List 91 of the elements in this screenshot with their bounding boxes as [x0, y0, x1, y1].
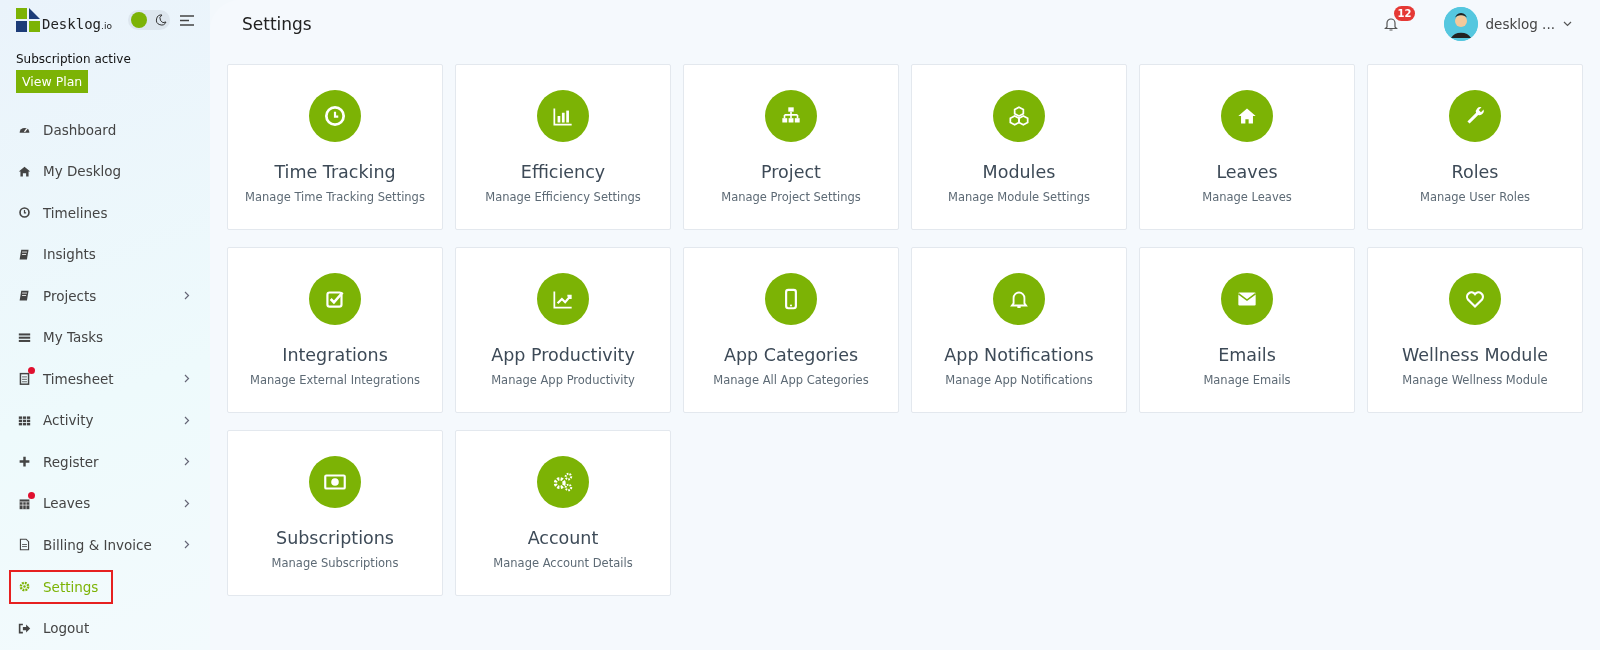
- sidebar-item[interactable]: Billing & Invoice: [0, 524, 210, 566]
- brand-name: Desklog.io: [42, 16, 112, 32]
- settings-card[interactable]: Emails Manage Emails: [1139, 247, 1355, 413]
- settings-card[interactable]: Modules Manage Module Settings: [911, 64, 1127, 230]
- card-subtitle: Manage External Integrations: [249, 373, 421, 387]
- card-title: Emails: [1218, 345, 1276, 365]
- bars-icon: [537, 90, 589, 142]
- settings-card[interactable]: App Categories Manage All App Categories: [683, 247, 899, 413]
- calendar-icon: [18, 496, 31, 510]
- book-icon: [18, 247, 31, 261]
- card-title: Time Tracking: [274, 162, 396, 182]
- card-title: Account: [527, 528, 599, 548]
- settings-card[interactable]: Time Tracking Manage Time Tracking Settings: [227, 64, 443, 230]
- card-subtitle: Manage Subscriptions: [271, 556, 399, 570]
- card-subtitle: Manage Account Details: [493, 556, 633, 570]
- subscription-status: Subscription active: [16, 52, 132, 66]
- sheet-icon: [18, 372, 31, 386]
- file-icon: [18, 538, 31, 552]
- trend-icon: [537, 273, 589, 325]
- grid-icon: [18, 413, 31, 427]
- phone-icon: [765, 273, 817, 325]
- card-subtitle: Manage Project Settings: [721, 190, 861, 204]
- user-name[interactable]: desklog ...: [1485, 16, 1555, 32]
- book-icon: [18, 289, 31, 303]
- settings-card[interactable]: Project Manage Project Settings: [683, 64, 899, 230]
- card-subtitle: Manage Time Tracking Settings: [245, 190, 425, 204]
- logo-icon: [16, 8, 40, 32]
- money-icon: [309, 456, 361, 508]
- card-subtitle: Manage All App Categories: [713, 373, 869, 387]
- notification-count: 12: [1393, 6, 1416, 21]
- gear-icon: [18, 580, 31, 593]
- bell-icon: [993, 273, 1045, 325]
- sidebar-item[interactable]: My Desklog: [0, 150, 210, 192]
- sidebar-item[interactable]: My Tasks: [0, 316, 210, 358]
- clock-icon: [309, 90, 361, 142]
- tasks-icon: [18, 330, 31, 344]
- notification-icon[interactable]: [1383, 16, 1398, 31]
- clock-icon: [18, 206, 31, 220]
- settings-card[interactable]: Subscriptions Manage Subscriptions: [227, 430, 443, 596]
- card-title: Roles: [1451, 162, 1499, 182]
- sidebar-item[interactable]: Dashboard: [0, 109, 210, 151]
- mail-icon: [1221, 273, 1273, 325]
- sidebar-item[interactable]: Logout: [0, 607, 210, 649]
- card-title: Leaves: [1216, 162, 1278, 182]
- home-icon: [18, 164, 31, 178]
- card-subtitle: Manage Wellness Module: [1402, 373, 1548, 387]
- settings-card[interactable]: Account Manage Account Details: [455, 430, 671, 596]
- card-title: App Categories: [723, 345, 859, 365]
- settings-card[interactable]: Integrations Manage External Integrations: [227, 247, 443, 413]
- card-title: Efficiency: [520, 162, 606, 182]
- settings-card[interactable]: Wellness Module Manage Wellness Module: [1367, 247, 1583, 413]
- settings-card[interactable]: Efficiency Manage Efficiency Settings: [455, 64, 671, 230]
- sidebar-item[interactable]: Insights: [0, 233, 210, 275]
- wrench-icon: [1449, 90, 1501, 142]
- card-subtitle: Manage Efficiency Settings: [485, 190, 641, 204]
- card-subtitle: Manage Module Settings: [948, 190, 1090, 204]
- card-subtitle: Manage Emails: [1203, 373, 1291, 387]
- card-subtitle: Manage User Roles: [1420, 190, 1530, 204]
- logout-icon: [18, 621, 31, 635]
- card-title: Wellness Module: [1401, 345, 1549, 365]
- card-title: Subscriptions: [276, 528, 394, 548]
- card-subtitle: Manage App Productivity: [491, 373, 635, 387]
- card-title: Project: [761, 162, 821, 182]
- gears-icon: [537, 456, 589, 508]
- moon-icon: [154, 14, 167, 26]
- card-subtitle: Manage App Notifications: [945, 373, 1093, 387]
- card-title: App Notifications: [944, 345, 1094, 365]
- settings-card[interactable]: Leaves Manage Leaves: [1139, 64, 1355, 230]
- sidebar-item[interactable]: Register: [0, 441, 210, 483]
- sidebar-item[interactable]: Projects: [0, 275, 210, 317]
- sitemap-icon: [765, 90, 817, 142]
- sidebar-item[interactable]: Timelines: [0, 192, 210, 234]
- sidebar-item[interactable]: Timesheet: [0, 358, 210, 400]
- card-title: Modules: [982, 162, 1056, 182]
- home-icon: [1221, 90, 1273, 142]
- check-icon: [309, 273, 361, 325]
- card-title: App Productivity: [491, 345, 635, 365]
- menu-icon[interactable]: [179, 14, 194, 26]
- card-title: Integrations: [282, 345, 388, 365]
- cubes-icon: [993, 90, 1045, 142]
- settings-card[interactable]: App Productivity Manage App Productivity: [455, 247, 671, 413]
- card-subtitle: Manage Leaves: [1202, 190, 1292, 204]
- sidebar-item[interactable]: Leaves: [0, 482, 210, 524]
- caret-icon[interactable]: [1563, 21, 1572, 27]
- settings-card[interactable]: App Notifications Manage App Notifications: [911, 247, 1127, 413]
- page-title: Settings: [242, 14, 313, 34]
- theme-toggle[interactable]: [127, 10, 170, 30]
- avatar-icon[interactable]: [1443, 7, 1478, 41]
- sidebar-item[interactable]: Activity: [0, 399, 210, 441]
- plus-icon: [18, 455, 31, 469]
- settings-card[interactable]: Roles Manage User Roles: [1367, 64, 1583, 230]
